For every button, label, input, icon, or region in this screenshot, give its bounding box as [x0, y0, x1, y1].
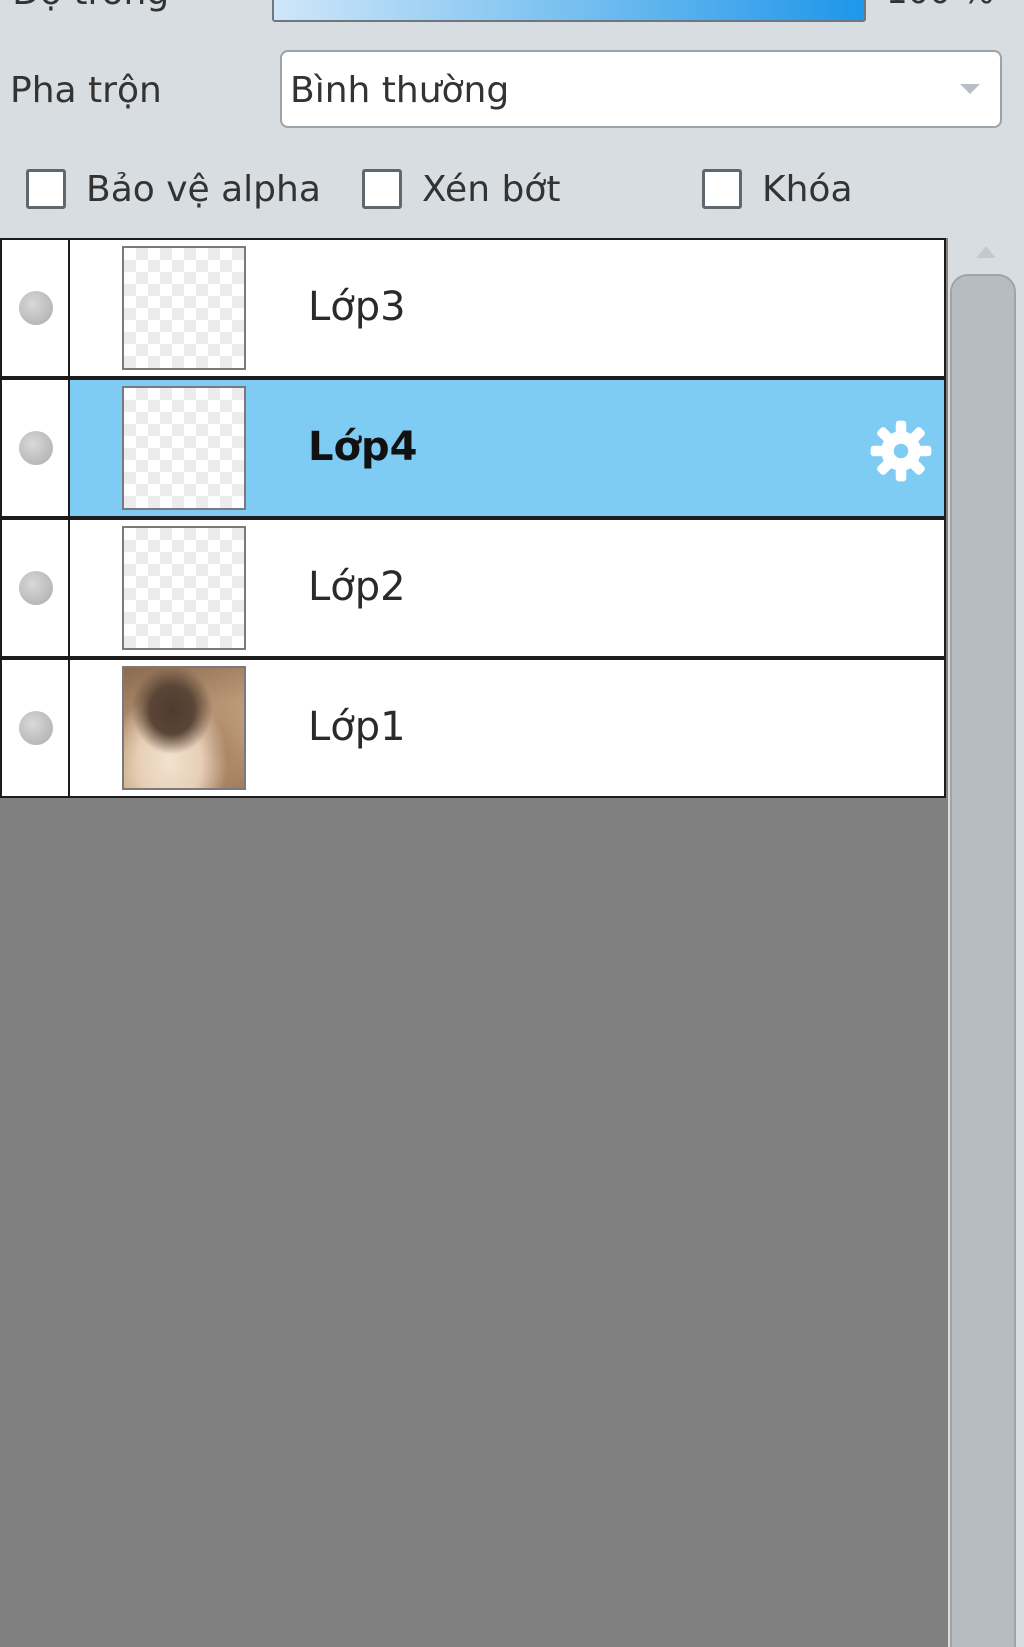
layer-list-scrollbar[interactable] — [948, 238, 1024, 1647]
clipping-checkbox[interactable] — [362, 169, 402, 209]
layer-thumbnail — [122, 246, 246, 370]
opacity-value: 100 % — [886, 0, 994, 12]
blend-mode-value: Bình thường — [290, 70, 510, 111]
eye-dot-icon — [19, 711, 53, 745]
layer-content: Lớp2 — [70, 520, 944, 656]
visibility-toggle[interactable] — [2, 520, 70, 656]
scroll-thumb[interactable] — [950, 274, 1016, 1647]
layer-name: Lớp4 — [308, 424, 418, 470]
layer-name: Lớp2 — [308, 564, 406, 610]
blend-mode-label: Pha trộn — [10, 70, 162, 111]
visibility-toggle[interactable] — [2, 240, 70, 376]
chevron-down-icon — [960, 84, 980, 94]
opacity-slider-fill — [274, 0, 864, 20]
layer-content: Lớp1 — [70, 660, 944, 796]
visibility-toggle[interactable] — [2, 380, 70, 516]
layer-row-lop3[interactable]: Lớp3 — [0, 238, 946, 378]
protect-alpha-checkbox[interactable] — [26, 169, 66, 209]
layer-panel: Độ trong 100 % Pha trộn Bình thường Bảo … — [0, 0, 1024, 1647]
layer-name: Lớp3 — [308, 284, 406, 330]
eye-dot-icon — [19, 431, 53, 465]
eye-dot-icon — [19, 291, 53, 325]
visibility-toggle[interactable] — [2, 660, 70, 796]
layer-list: Lớp3 Lớp4 Lớp2 Lớp1 — [0, 238, 948, 1647]
layer-content: Lớp4 — [70, 380, 944, 516]
lock-option[interactable]: Khóa — [702, 164, 853, 214]
layer-row-lop2[interactable]: Lớp2 — [0, 518, 946, 658]
gear-icon[interactable] — [868, 418, 934, 484]
layer-thumbnail — [122, 526, 246, 650]
layer-name: Lớp1 — [308, 704, 406, 750]
clipping-label: Xén bớt — [422, 168, 561, 210]
eye-dot-icon — [19, 571, 53, 605]
protect-alpha-option[interactable]: Bảo vệ alpha — [26, 164, 321, 214]
opacity-slider[interactable] — [272, 0, 866, 22]
layer-thumbnail — [122, 386, 246, 510]
layer-row-lop1[interactable]: Lớp1 — [0, 658, 946, 798]
layer-row-lop4[interactable]: Lớp4 — [0, 378, 946, 518]
protect-alpha-label: Bảo vệ alpha — [86, 168, 321, 210]
blend-mode-select[interactable]: Bình thường — [280, 50, 1002, 128]
lock-checkbox[interactable] — [702, 169, 742, 209]
clipping-option[interactable]: Xén bớt — [362, 164, 560, 214]
layer-thumbnail-photo — [122, 666, 246, 790]
scroll-up-icon[interactable] — [976, 246, 996, 258]
lock-label: Khóa — [762, 168, 853, 210]
opacity-label: Độ trong — [12, 0, 169, 13]
layer-content: Lớp3 — [70, 240, 944, 376]
